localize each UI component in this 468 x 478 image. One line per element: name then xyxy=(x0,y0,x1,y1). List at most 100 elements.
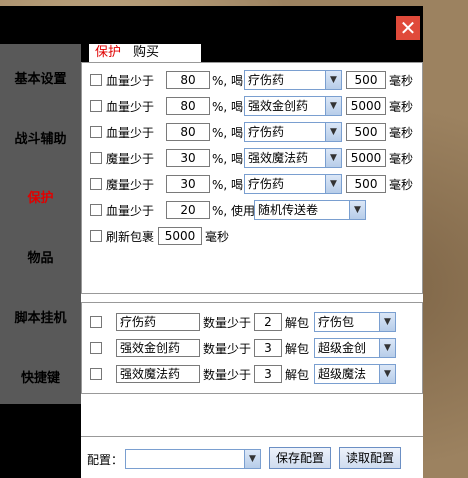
protect-row: 血量少于 80 %, 喝 疗伤药 ▼ 500 毫秒 xyxy=(90,121,413,143)
chevron-down-icon: ▼ xyxy=(379,339,395,357)
scroll-select[interactable]: 随机传送卷 ▼ xyxy=(254,200,366,220)
pack-select[interactable]: 超级魔法 ▼ xyxy=(314,364,396,384)
protect-row-label: 魔量少于 xyxy=(106,151,155,166)
protect-row-checkbox[interactable] xyxy=(90,74,102,86)
save-config-button[interactable]: 保存配置 xyxy=(269,447,331,469)
unpack-row-checkbox[interactable] xyxy=(90,342,102,354)
chevron-down-icon: ▼ xyxy=(325,123,341,141)
interval-unit: 毫秒 xyxy=(389,125,414,140)
unpack-condition-label: 数量少于 xyxy=(203,367,252,382)
unpack-row-checkbox[interactable] xyxy=(90,368,102,380)
unpack-row-checkbox[interactable] xyxy=(90,316,102,328)
threshold-unit: %, 喝 xyxy=(212,99,244,114)
unpack-settings-group: 疗伤药 数量少于 2 解包 疗伤包 ▼ 强效金创药 数量少于 3 解包 超级金创 ▼… xyxy=(81,302,423,394)
threshold-input[interactable]: 80 xyxy=(166,97,210,115)
main-panel: 保护 购买 血量少于 80 %, 喝 疗伤药 ▼ 500 毫秒 血量少于 80 %… xyxy=(81,44,423,478)
protect-row-label: 血量少于 xyxy=(106,125,155,140)
potion-select[interactable]: 强效魔法药 ▼ xyxy=(244,148,342,168)
protect-row: 血量少于 80 %, 喝 疗伤药 ▼ 500 毫秒 xyxy=(90,69,413,91)
tab-protect[interactable]: 保护 xyxy=(89,44,127,62)
threshold-input[interactable]: 80 xyxy=(166,123,210,141)
threshold-unit: %, 喝 xyxy=(212,73,244,88)
sidebar-item-protect[interactable]: 保护 xyxy=(0,187,81,206)
pack-select[interactable]: 疗伤包 ▼ xyxy=(314,312,396,332)
threshold-unit: %, 喝 xyxy=(212,151,244,166)
unpack-condition-label: 数量少于 xyxy=(203,315,252,330)
interval-unit: 毫秒 xyxy=(389,73,414,88)
sidebar-item-hotkeys[interactable]: 快捷键 xyxy=(0,367,81,386)
close-icon[interactable]: ✕ xyxy=(396,16,420,40)
pack-select-value: 疗伤包 xyxy=(318,315,355,329)
unpack-action-label: 解包 xyxy=(285,341,310,356)
potion-select-value: 疗伤药 xyxy=(248,177,285,191)
potion-select[interactable]: 疗伤药 ▼ xyxy=(244,122,342,142)
unpack-count-input[interactable]: 2 xyxy=(254,313,282,331)
sidebar-item-basic-settings[interactable]: 基本设置 xyxy=(0,68,81,87)
interval-input[interactable]: 5000 xyxy=(346,149,386,167)
unpack-item-input[interactable]: 强效金创药 xyxy=(116,339,200,357)
threshold-input[interactable]: 30 xyxy=(166,149,210,167)
unpack-item-input[interactable]: 疗伤药 xyxy=(116,313,200,331)
load-config-button[interactable]: 读取配置 xyxy=(339,447,401,469)
unpack-count-input[interactable]: 3 xyxy=(254,365,282,383)
threshold-unit: %, 喝 xyxy=(212,125,244,140)
interval-input[interactable]: 500 xyxy=(346,71,386,89)
potion-select[interactable]: 疗伤药 ▼ xyxy=(244,70,342,90)
potion-select-value: 强效魔法药 xyxy=(248,151,309,165)
unpack-action-label: 解包 xyxy=(285,315,310,330)
unpack-count-input[interactable]: 3 xyxy=(254,339,282,357)
pack-select-value: 超级魔法 xyxy=(318,367,367,381)
teleport-threshold-input[interactable]: 20 xyxy=(166,201,210,219)
protect-row-label: 血量少于 xyxy=(106,99,155,114)
interval-input[interactable]: 500 xyxy=(346,175,386,193)
unpack-item-input[interactable]: 强效魔法药 xyxy=(116,365,200,383)
interval-input[interactable]: 5000 xyxy=(346,97,386,115)
potion-select-value: 疗伤药 xyxy=(248,73,285,87)
pack-select[interactable]: 超级金创 ▼ xyxy=(314,338,396,358)
sidebar-item-combat-assist[interactable]: 战斗辅助 xyxy=(0,128,81,147)
threshold-unit: %, 喝 xyxy=(212,177,244,192)
interval-unit: 毫秒 xyxy=(389,177,414,192)
sidebar-item-items[interactable]: 物品 xyxy=(0,247,81,266)
protect-row: 魔量少于 30 %, 喝 疗伤药 ▼ 500 毫秒 xyxy=(90,173,413,195)
config-select[interactable]: ▼ xyxy=(125,449,261,469)
protect-row-checkbox[interactable] xyxy=(90,100,102,112)
threshold-input[interactable]: 80 xyxy=(166,71,210,89)
chevron-down-icon: ▼ xyxy=(325,149,341,167)
chevron-down-icon: ▼ xyxy=(349,201,365,219)
unpack-row: 强效金创药 数量少于 3 解包 超级金创 ▼ xyxy=(90,337,396,359)
protect-row: 魔量少于 30 %, 喝 强效魔法药 ▼ 5000 毫秒 xyxy=(90,147,413,169)
threshold-input[interactable]: 30 xyxy=(166,175,210,193)
protect-row-checkbox[interactable] xyxy=(90,126,102,138)
unpack-row: 强效魔法药 数量少于 3 解包 超级魔法 ▼ xyxy=(90,363,396,385)
teleport-label: 血量少于 xyxy=(106,203,155,218)
potion-select-value: 疗伤药 xyxy=(248,125,285,139)
protect-row-checkbox[interactable] xyxy=(90,178,102,190)
interval-unit: 毫秒 xyxy=(389,99,414,114)
footer-bar: 配置： ▼ 保存配置 读取配置 xyxy=(81,436,423,478)
protect-row: 血量少于 80 %, 喝 强效金创药 ▼ 5000 毫秒 xyxy=(90,95,413,117)
teleport-checkbox[interactable] xyxy=(90,204,102,216)
unpack-action-label: 解包 xyxy=(285,367,310,382)
config-label: 配置： xyxy=(87,453,124,467)
sidebar-item-script-afk[interactable]: 脚本挂机 xyxy=(0,307,81,326)
chevron-down-icon: ▼ xyxy=(325,97,341,115)
protect-row-checkbox[interactable] xyxy=(90,152,102,164)
tab-buy[interactable]: 购买 xyxy=(127,44,165,62)
unpack-row: 疗伤药 数量少于 2 解包 疗伤包 ▼ xyxy=(90,311,396,333)
potion-select[interactable]: 疗伤药 ▼ xyxy=(244,174,342,194)
refresh-interval-input[interactable]: 5000 xyxy=(158,227,202,245)
protect-row-label: 魔量少于 xyxy=(106,177,155,192)
refresh-checkbox[interactable] xyxy=(90,230,102,242)
interval-input[interactable]: 500 xyxy=(346,123,386,141)
chevron-down-icon: ▼ xyxy=(379,365,395,383)
potion-select[interactable]: 强效金创药 ▼ xyxy=(244,96,342,116)
chevron-down-icon: ▼ xyxy=(244,450,260,468)
potion-select-value: 强效金创药 xyxy=(248,99,309,113)
chevron-down-icon: ▼ xyxy=(325,71,341,89)
chevron-down-icon: ▼ xyxy=(325,175,341,193)
refresh-unit: 毫秒 xyxy=(205,229,230,244)
protect-settings-group: 血量少于 80 %, 喝 疗伤药 ▼ 500 毫秒 血量少于 80 %, 喝 强效… xyxy=(81,62,423,294)
refresh-label: 刷新包裹 xyxy=(106,229,155,244)
protect-row-label: 血量少于 xyxy=(106,73,155,88)
